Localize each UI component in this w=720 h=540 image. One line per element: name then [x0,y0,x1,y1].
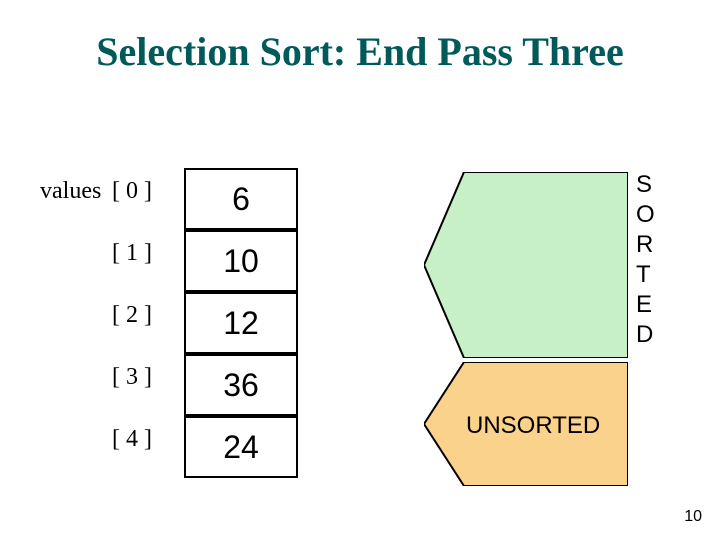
cell-0: 6 [184,168,298,230]
sorted-letter-r: R [636,230,655,260]
index-3: [ 3 ] [112,364,152,391]
unsorted-label: UNSORTED [466,412,600,440]
slide-title: Selection Sort: End Pass Three [0,28,720,75]
sorted-letter-o: O [636,200,655,230]
sorted-vertical-label: S O R T E D [636,170,655,350]
cell-4: 24 [184,416,298,478]
sorted-letter-d: D [636,320,655,350]
sorted-shape [424,172,628,358]
sorted-letter-s: S [636,170,655,200]
index-1: [ 1 ] [112,240,152,267]
page-number: 10 [684,508,702,526]
index-2: [ 2 ] [112,302,152,329]
sorted-letter-t: T [636,260,655,290]
cell-1: 10 [184,230,298,292]
cell-3: 36 [184,354,298,416]
values-word: values [40,178,101,205]
sorted-letter-e: E [636,290,655,320]
index-0: [ 0 ] [112,178,152,205]
cell-2: 12 [184,292,298,354]
index-4: [ 4 ] [112,426,152,453]
